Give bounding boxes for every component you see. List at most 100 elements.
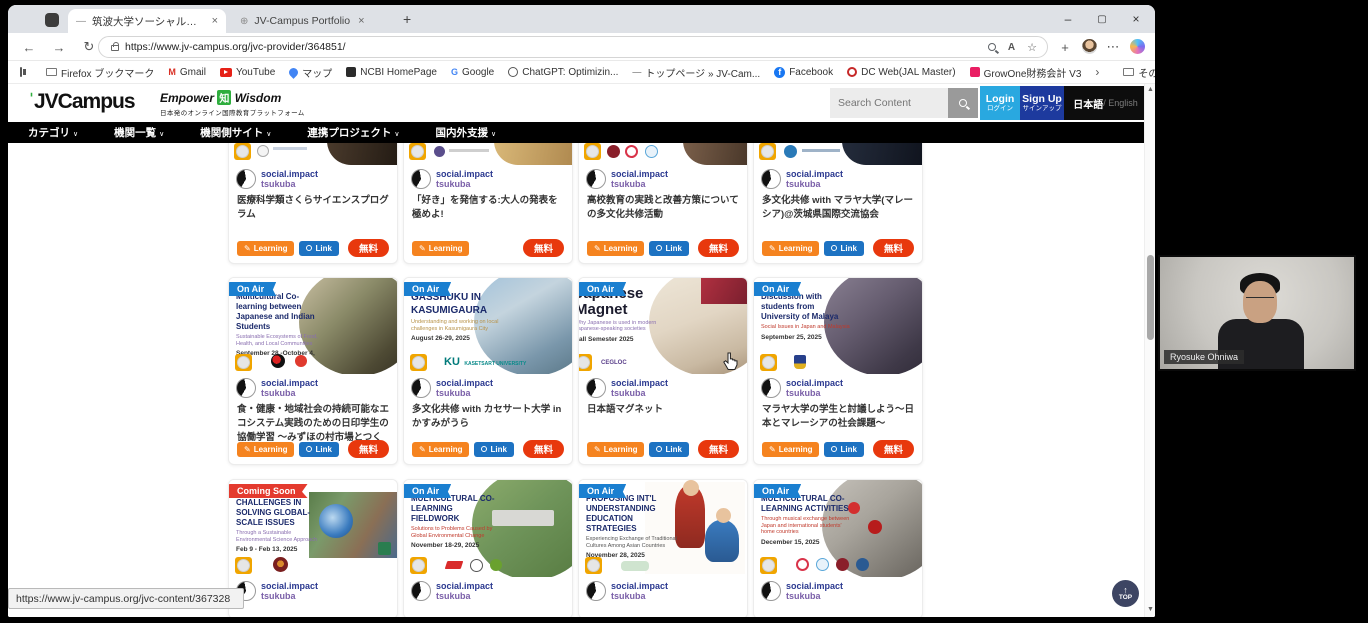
tab-inactive[interactable]: ⊕ JV-Campus Portfolio × xyxy=(232,9,392,33)
course-title[interactable]: 食・健康・地域社会の持続可能なエコシステム実践のための日印学生の協働学習 〜みず… xyxy=(229,401,397,441)
course-title[interactable]: 多文化共修 with カセサート大学 in かすみがうら xyxy=(404,401,572,441)
scroll-down-icon[interactable]: ▼ xyxy=(1145,606,1155,613)
thumb-photo-accent xyxy=(701,278,747,304)
collections-icon[interactable]: + xyxy=(1056,38,1074,56)
course-card[interactable]: MULTICULTURAL CO-LEARNING ACTIVITIES Thr… xyxy=(753,479,923,617)
course-card[interactable]: Discussion with students from University… xyxy=(753,277,923,465)
forward-icon[interactable]: → xyxy=(50,38,68,56)
bookmark-growone[interactable]: GrowOne財務会計 V3 xyxy=(970,65,1082,80)
tab1-title: 筑波大学ソーシャルインパクト推進室 xyxy=(92,14,204,29)
link-badge[interactable]: Link xyxy=(299,442,338,457)
bookmark-ncbi[interactable]: NCBI HomePage xyxy=(346,67,437,78)
bookmark-dcweb[interactable]: DC Web(JAL Master) xyxy=(847,67,955,78)
course-card[interactable]: social.impacttsukuba 医療科学類さくらサイエンスプログラム … xyxy=(228,143,398,264)
jv-campus-logo[interactable]: ˈJVCampus xyxy=(28,90,135,114)
course-card[interactable]: social.impacttsukuba 「好き」を発信する:大人の発表を極めよ… xyxy=(403,143,573,264)
course-title[interactable]: 「好き」を発信する:大人の発表を極めよ! xyxy=(404,192,572,226)
learning-badge[interactable]: ✎Learning xyxy=(412,442,469,457)
link-badge[interactable]: Link xyxy=(649,442,688,457)
favorite-star-icon[interactable]: ☆ xyxy=(1027,41,1037,54)
sidebar-icon[interactable] xyxy=(20,67,22,77)
course-title[interactable]: 高校教育の実践と改善方策についての多文化共修活動 xyxy=(579,192,747,226)
tab2-close-icon[interactable]: × xyxy=(358,15,364,27)
signup-button[interactable]: Sign Upサインアップ xyxy=(1020,86,1064,120)
pen-icon: ✎ xyxy=(244,244,251,253)
free-badge: 無料 xyxy=(348,440,389,458)
learning-badge[interactable]: ✎Learning xyxy=(587,241,644,256)
partner-logo-icon xyxy=(445,561,464,569)
provider-row: social.impacttsukuba xyxy=(754,165,922,192)
bookmark-google[interactable]: GGoogle xyxy=(451,67,494,78)
nav-support[interactable]: 国内外支援∨ xyxy=(436,125,497,140)
learning-badge[interactable]: ✎Learning xyxy=(237,442,294,457)
minimize-button[interactable]: – xyxy=(1051,5,1085,33)
scrollbar[interactable]: ▲ ▼ xyxy=(1144,84,1155,617)
back-to-top-button[interactable]: ↑ TOP xyxy=(1112,580,1139,607)
back-icon[interactable]: ← xyxy=(20,38,38,56)
learning-badge[interactable]: ✎Learning xyxy=(762,241,819,256)
link-badge[interactable]: Link xyxy=(824,241,863,256)
thumb-text: Discussion with students from University… xyxy=(761,292,853,341)
link-badge[interactable]: Link xyxy=(474,442,513,457)
address-bar[interactable]: https://www.jv-campus.org/jvc-provider/3… xyxy=(98,36,1048,58)
new-tab-button[interactable]: + xyxy=(403,11,411,27)
status-ribbon: On Air xyxy=(754,282,801,296)
nav-institution-sites[interactable]: 機関側サイト∨ xyxy=(200,125,271,140)
link-badge[interactable]: Link xyxy=(649,241,688,256)
copilot-icon[interactable] xyxy=(1130,39,1145,54)
course-card[interactable]: GASSHUKU IN KASUMIGAURA Understanding an… xyxy=(403,277,573,465)
learning-badge[interactable]: ✎Learning xyxy=(237,241,294,256)
maximize-button[interactable]: ▢ xyxy=(1085,5,1119,33)
url-text[interactable]: https://www.jv-campus.org/jvc-provider/3… xyxy=(125,41,346,53)
bookmarks-overflow-chevron[interactable]: › xyxy=(1095,65,1099,79)
learning-badge[interactable]: ✎Learning xyxy=(412,241,469,256)
provider-row: social.impacttsukuba xyxy=(229,165,397,192)
bookmark-gmail[interactable]: MGmail xyxy=(168,67,206,78)
course-card[interactable]: CHALLENGES IN SOLVING GLOBAL-SCALE ISSUE… xyxy=(228,479,398,617)
bookmark-facebook[interactable]: fFacebook xyxy=(774,67,833,78)
search-button[interactable] xyxy=(948,88,978,118)
refresh-icon[interactable]: ↻ xyxy=(80,38,98,56)
folder-icon xyxy=(46,68,57,76)
bookmark-chatgpt[interactable]: ChatGPT: Optimizin... xyxy=(508,67,618,78)
course-card[interactable]: PROPOSING INT'L UNDERSTANDING EDUCATION … xyxy=(578,479,748,617)
course-card[interactable]: social.impacttsukuba 高校教育の実践と改善方策についての多文… xyxy=(578,143,748,264)
course-title[interactable]: マラヤ大学の学生と討議しよう〜日本とマレーシアの社会課題〜 xyxy=(754,401,922,441)
link-badge[interactable]: Link xyxy=(824,442,863,457)
partner-logo-icon xyxy=(816,558,829,571)
thumb-photo xyxy=(327,143,397,165)
course-card[interactable]: MULTICULTURAL CO-LEARNING FIELDWORK Solu… xyxy=(403,479,573,617)
profile-avatar[interactable] xyxy=(1082,39,1097,54)
tab-active[interactable]: — 筑波大学ソーシャルインパクト推進室 × xyxy=(68,9,226,33)
tab-actions-icon[interactable] xyxy=(45,13,59,27)
nav-institutions[interactable]: 機関一覧∨ xyxy=(114,125,164,140)
settings-more-icon[interactable]: ⋯ xyxy=(1104,38,1122,56)
read-aloud-icon[interactable]: A xyxy=(1008,42,1015,53)
link-badge[interactable]: Link xyxy=(299,241,338,256)
course-title[interactable]: 医療科学類さくらサイエンスプログラム xyxy=(229,192,397,226)
other-favorites[interactable]: その他のお気に入り xyxy=(1123,65,1155,80)
bookmark-firefox[interactable]: Firefox ブックマーク xyxy=(46,65,154,80)
partner-logo-icon xyxy=(378,542,391,555)
course-title[interactable]: 日本語マグネット xyxy=(579,401,747,441)
login-button[interactable]: Loginログイン xyxy=(980,86,1020,120)
nav-category[interactable]: カテゴリ∨ xyxy=(28,125,78,140)
tab1-close-icon[interactable]: × xyxy=(212,15,218,27)
learning-badge[interactable]: ✎Learning xyxy=(762,442,819,457)
bookmark-maps[interactable]: マップ xyxy=(289,65,332,80)
search-input[interactable] xyxy=(830,88,948,118)
language-selector[interactable]: 日本語 / English xyxy=(1064,86,1147,120)
scroll-up-icon[interactable]: ▲ xyxy=(1145,86,1155,93)
youtube-icon xyxy=(220,68,232,77)
bookmark-youtube[interactable]: YouTube xyxy=(220,67,275,78)
course-card[interactable]: Multicultural Co-learning between Japane… xyxy=(228,277,398,465)
zoom-icon[interactable] xyxy=(988,43,996,51)
course-card[interactable]: social.impacttsukuba 多文化共修 with マラヤ大学(マレ… xyxy=(753,143,923,264)
close-button[interactable]: × xyxy=(1119,5,1153,33)
figure-head xyxy=(683,480,699,496)
learning-badge[interactable]: ✎Learning xyxy=(587,442,644,457)
scrollbar-thumb[interactable] xyxy=(1147,255,1154,340)
bookmark-toppage[interactable]: —トップページ » JV-Cam... xyxy=(632,65,760,80)
nav-projects[interactable]: 連携プロジェクト∨ xyxy=(307,125,399,140)
course-title[interactable]: 多文化共修 with マラヤ大学(マレーシア)@茨城県国際交流協会 xyxy=(754,192,922,226)
